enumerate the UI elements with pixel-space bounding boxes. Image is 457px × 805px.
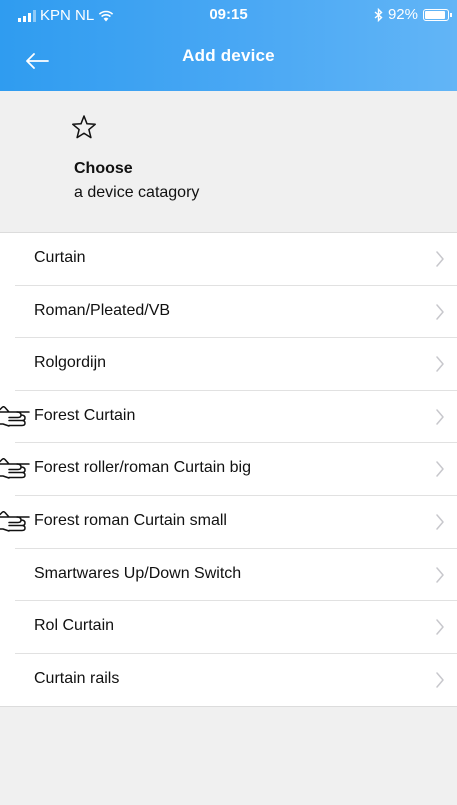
list-item-label: Rolgordijn <box>34 354 107 372</box>
list-item-forest-roller-roman-curtain-big[interactable]: Forest roller/roman Curtain big <box>0 443 457 496</box>
list-item-roman-pleated-vb[interactable]: Roman/Pleated/VB <box>15 286 457 339</box>
list-item-label: Forest roman Curtain small <box>34 511 227 529</box>
list-item-forest-curtain[interactable]: Forest Curtain <box>0 391 457 444</box>
pointing-hand-icon <box>0 405 30 427</box>
chevron-right-icon <box>436 303 444 320</box>
list-item-label: Rol Curtain <box>34 617 115 635</box>
battery-icon <box>423 8 452 21</box>
chevron-right-icon <box>436 409 444 425</box>
chevron-right-icon <box>436 514 444 530</box>
category-title: Choose <box>74 160 133 177</box>
chevron-right-icon <box>436 356 444 372</box>
list-item-label: Forest Curtain <box>34 406 136 424</box>
chevron-right-icon <box>436 566 444 583</box>
page-title: Add device <box>182 46 275 65</box>
device-category-list: Curtain Roman/Pleated/VB Rolgordijn Forest … <box>0 232 457 708</box>
category-header: Choose a device catagory <box>65 108 265 214</box>
chevron-right-icon <box>436 672 444 688</box>
list-item-forest-roman-curtain-small[interactable]: Forest roman Curtain small <box>0 496 457 549</box>
list-item-label: Curtain <box>34 249 86 266</box>
status-bar: KPN NL 09:15 92% <box>0 0 457 34</box>
status-right: 92% <box>374 6 452 23</box>
header: KPN NL 09:15 92% Add device <box>0 0 457 91</box>
chevron-right-icon <box>436 251 444 267</box>
pointing-hand-icon <box>0 510 30 532</box>
list-item-curtain[interactable]: Curtain <box>15 233 457 286</box>
bluetooth-icon <box>374 7 383 22</box>
list-item-label: Roman/Pleated/VB <box>34 301 171 319</box>
list-item-curtain-rails[interactable]: Curtain rails <box>15 654 457 707</box>
list-item-label: Forest roller/roman Curtain big <box>34 459 251 477</box>
list-item-smartwares-up-down-switch[interactable]: Smartwares Up/Down Switch <box>15 549 457 602</box>
battery-fill <box>425 10 446 19</box>
battery-percent: 92% <box>387 6 418 23</box>
chevron-right-icon <box>436 461 444 478</box>
pointing-hand-icon <box>0 458 30 480</box>
category-subtitle: a device catagory <box>74 184 200 201</box>
list-item-rol-curtain[interactable]: Rol Curtain <box>15 601 457 654</box>
list-item-label: Curtain rails <box>34 669 120 687</box>
list-item-rolgordijn[interactable]: Rolgordijn <box>15 338 457 391</box>
star-icon <box>72 115 96 139</box>
chevron-right-icon <box>436 619 444 635</box>
list-item-label: Smartwares Up/Down Switch <box>34 564 242 582</box>
